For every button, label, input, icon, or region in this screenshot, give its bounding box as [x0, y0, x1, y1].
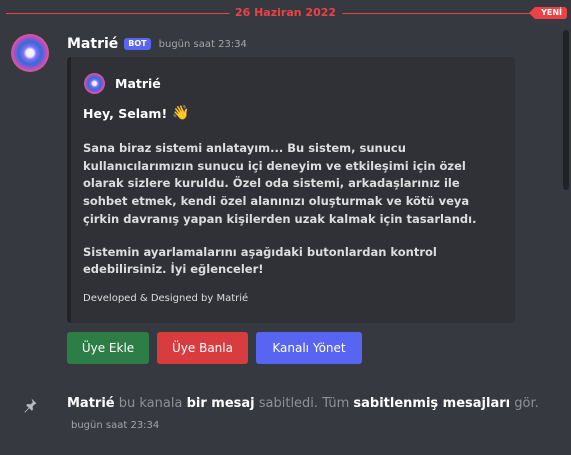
bot-badge: BOT — [124, 38, 151, 50]
divider-date: 26 Haziran 2022 — [228, 6, 343, 20]
system-text: bu kanala — [118, 396, 183, 411]
username[interactable]: Matrié — [67, 36, 118, 52]
pinned-messages-link[interactable]: sabitlenmiş mesajları — [353, 396, 510, 411]
pin-system-message: Matrié bu kanala bir mesaj sabitledi. Tü… — [67, 396, 539, 411]
system-timestamp: bugün saat 23:34 — [71, 420, 160, 431]
avatar[interactable] — [11, 34, 49, 72]
embed-paragraph: Sistemin ayarlamalarını aşağıdaki butonl… — [83, 244, 437, 277]
ban-member-button[interactable]: Üye Banla — [157, 332, 248, 364]
add-member-button[interactable]: Üye Ekle — [67, 332, 149, 364]
new-messages-badge[interactable]: YENİ — [529, 7, 567, 19]
system-text: sabitledi. Tüm — [258, 396, 350, 411]
pin-icon — [24, 398, 37, 413]
embed-author-avatar — [84, 73, 105, 94]
manage-channel-button[interactable]: Kanalı Yönet — [256, 332, 362, 364]
embed-title-text: Hey, Selam! — [83, 105, 168, 121]
message-header: Matrié BOT bugün saat 23:34 — [67, 35, 247, 53]
pinned-message-link[interactable]: bir mesaj — [187, 396, 255, 411]
embed-footer: Developed & Designed by Matrié — [83, 293, 249, 304]
embed-title: Hey, Selam! 👋 — [83, 105, 190, 121]
embed-description: Sana biraz sistemi anlatayım... Bu siste… — [83, 140, 503, 279]
embed-paragraph: Sana biraz sistemi anlatayım... Bu siste… — [83, 141, 477, 226]
system-text: gör. — [514, 396, 539, 411]
embed-author: Matrié — [115, 76, 161, 91]
scrollbar[interactable] — [563, 30, 569, 190]
message-timestamp: bugün saat 23:34 — [158, 38, 247, 50]
system-username[interactable]: Matrié — [67, 396, 115, 411]
date-divider: 26 Haziran 2022 YENİ — [0, 6, 571, 20]
waving-hand-icon: 👋 — [172, 105, 190, 121]
